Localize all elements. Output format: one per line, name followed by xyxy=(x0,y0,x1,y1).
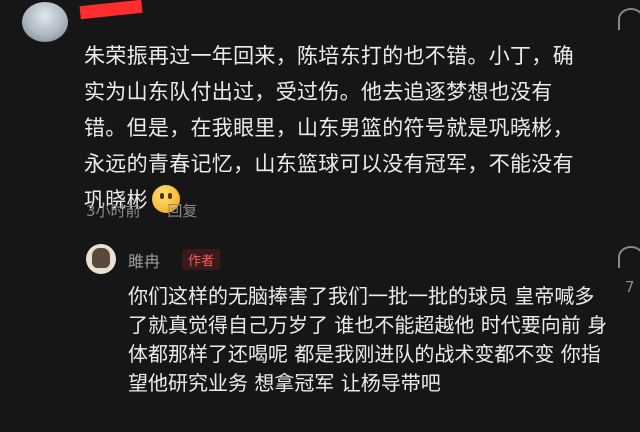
comment-timestamp: 3小时前 xyxy=(86,202,141,220)
comment-text: 朱荣振再过一年回来，陈培东打的也不错。小丁，确实为山东队付出过，受过伤。他去追逐… xyxy=(84,38,594,218)
like-count: 7 xyxy=(625,278,635,296)
reply-button[interactable]: 回复 xyxy=(167,202,197,220)
heart-icon[interactable] xyxy=(618,8,640,30)
reply-text: 你们这样的无脑捧害了我们一批一批的球员 皇帝喊多了就真觉得自己万岁了 谁也不能超… xyxy=(128,284,608,395)
redacted-username xyxy=(79,0,143,20)
commenter-avatar[interactable] xyxy=(22,2,68,42)
comment-meta: 3小时前 回复 xyxy=(86,200,219,221)
reply-avatar[interactable] xyxy=(86,244,116,274)
heart-icon-reply[interactable] xyxy=(618,246,640,268)
reply-username[interactable]: 雎冉 xyxy=(128,248,160,272)
author-badge: 作者 xyxy=(182,249,221,270)
